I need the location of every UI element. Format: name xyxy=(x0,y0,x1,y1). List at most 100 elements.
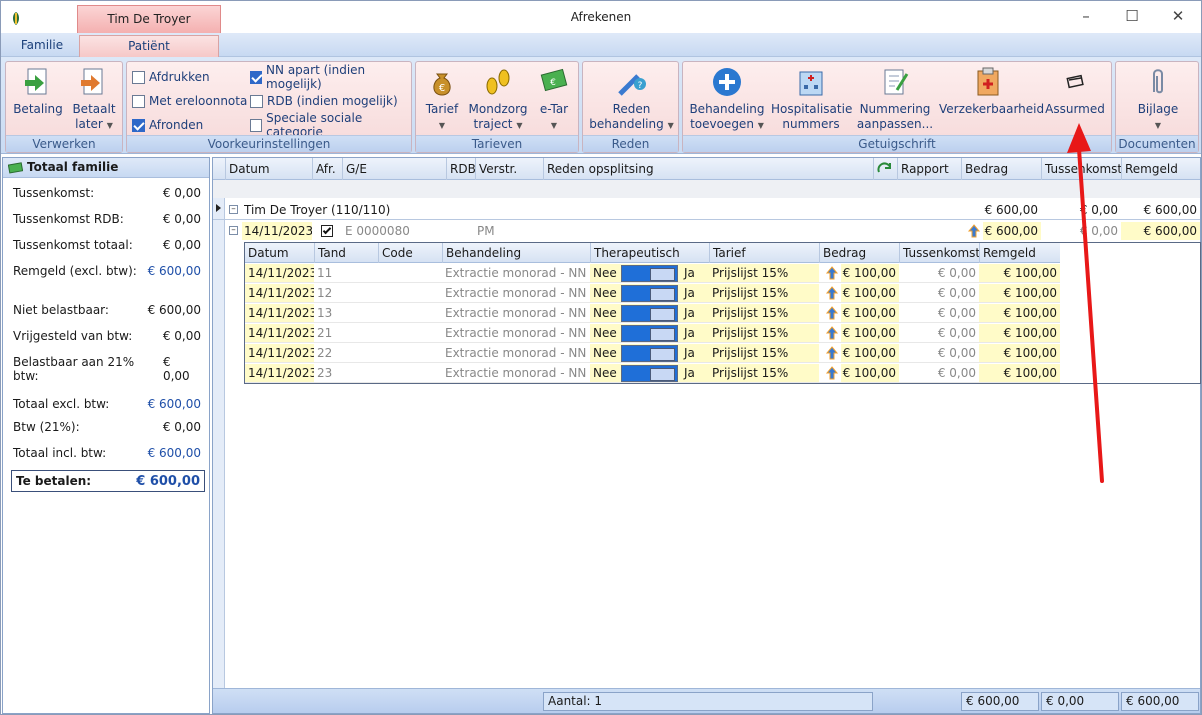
col-rapport[interactable]: Rapport xyxy=(897,158,961,180)
betaalt-later-button[interactable]: Betaalt later ▼ xyxy=(68,66,120,133)
tab-familie[interactable]: Familie xyxy=(11,35,73,57)
table-row[interactable]: 14/11/2023 21 Extractie monorad - NN Nee Ja P… xyxy=(245,323,1060,343)
bijlage-button[interactable]: Bijlage ▼ xyxy=(1120,66,1196,133)
col-afr[interactable]: Afr. xyxy=(312,158,342,180)
arrow-up-icon[interactable] xyxy=(825,286,839,300)
col-behandeling[interactable]: Behandeling xyxy=(442,243,590,263)
mondzorg-traject-button[interactable]: Mondzorg traject ▼ xyxy=(468,66,528,133)
reden-behandeling-button[interactable]: ? Reden behandeling ▼ xyxy=(587,66,676,133)
table-row[interactable]: 14/11/2023 12 Extractie monorad - NN Nee Ja P… xyxy=(245,283,1060,303)
col-tarief[interactable]: Tarief xyxy=(709,243,819,263)
table-row[interactable]: 14/11/2023 13 Extractie monorad - NN Nee Ja P… xyxy=(245,303,1060,323)
therapeutisch-toggle[interactable] xyxy=(621,325,678,342)
cell-tussenkomst: € 0,00 xyxy=(937,346,976,360)
close-icon[interactable]: ✕ xyxy=(1155,1,1201,33)
col-remgeld[interactable]: Remgeld xyxy=(979,243,1060,263)
arrow-up-icon[interactable] xyxy=(825,266,839,280)
col-datum[interactable]: Datum xyxy=(225,158,312,180)
assurmed-button[interactable]: Assurmed xyxy=(1041,66,1109,117)
col-bedrag[interactable]: Bedrag xyxy=(961,158,1041,180)
summary-row: Tussenkomst RDB: € 0,00 xyxy=(13,212,201,226)
therapeutisch-toggle[interactable] xyxy=(621,365,678,382)
nummering-aanpassen-button[interactable]: Nummering aanpassen... xyxy=(855,66,935,132)
cell-tarief: Prijslijst 15% xyxy=(709,264,819,282)
minimize-icon[interactable]: – xyxy=(1063,1,1109,33)
collapse-icon[interactable]: – xyxy=(229,226,238,235)
rdb-checkbox[interactable]: RDB (indien mogelijk) xyxy=(250,92,398,110)
total-remgeld: € 600,00 xyxy=(1121,692,1199,711)
group-row-patient[interactable]: – Tim De Troyer (110/110) € 600,00 € 0,0… xyxy=(213,200,1200,220)
speciale-categorie-checkbox[interactable]: Speciale sociale categorie xyxy=(250,111,411,139)
col-refresh[interactable] xyxy=(873,158,897,180)
cell-tand: 12 xyxy=(317,286,333,300)
collapse-icon[interactable]: – xyxy=(229,205,238,214)
cell-therapeutisch: Nee Ja xyxy=(590,324,709,342)
col-therapeutisch[interactable]: Therapeutisch xyxy=(590,243,709,263)
col-tussenkomst[interactable]: Tussenkomst xyxy=(1041,158,1121,180)
hospitalisatie-nummers-button[interactable]: Hospitalisatie nummers xyxy=(771,66,852,132)
col-code[interactable]: Code xyxy=(378,243,442,263)
cell-remgeld: € 100,00 xyxy=(979,344,1060,362)
behandeling-toevoegen-button[interactable]: Behandeling toevoegen ▼ xyxy=(687,66,767,133)
arrow-up-icon[interactable] xyxy=(825,346,839,360)
e-tar-icon: € xyxy=(540,68,568,92)
summary-row: Tussenkomst: € 0,00 xyxy=(13,186,201,200)
therapeutisch-toggle[interactable] xyxy=(621,265,678,282)
card-icon xyxy=(1066,74,1084,89)
cell-behandeling: Extractie monorad - NN xyxy=(445,306,587,320)
tab-patient[interactable]: Patiënt xyxy=(79,35,219,57)
col-reden-opsplitsing[interactable]: Reden opsplitsing xyxy=(543,158,873,180)
maximize-icon[interactable]: ☐ xyxy=(1109,1,1155,33)
patient-context-tab[interactable]: Tim De Troyer (110/110) xyxy=(77,5,221,52)
betaling-button[interactable]: Betaling xyxy=(10,66,66,117)
add-plus-icon xyxy=(713,68,741,96)
arrow-up-icon[interactable] xyxy=(967,224,981,238)
col-ge[interactable]: G/E xyxy=(342,158,446,180)
cell-datum: 14/11/2023 xyxy=(245,364,314,382)
e-tar-button[interactable]: € e-Tar ▼ xyxy=(532,66,576,133)
cell-behandeling: Extractie monorad - NN xyxy=(445,366,587,380)
table-row[interactable]: 14/11/2023 11 Extractie monorad - NN Nee Ja P… xyxy=(245,263,1060,283)
arrow-up-icon[interactable] xyxy=(825,366,839,380)
total-tussenkomst: € 0,00 xyxy=(1041,692,1119,711)
cell-tand: 13 xyxy=(317,306,333,320)
cell-tarief: Prijslijst 15% xyxy=(709,284,819,302)
payment-icon xyxy=(25,68,47,95)
cell-tussenkomst: € 0,00 xyxy=(937,366,976,380)
cell-tussenkomst: € 0,00 xyxy=(937,266,976,280)
col-bedrag[interactable]: Bedrag xyxy=(819,243,899,263)
verzekerbaarheid-button[interactable]: Verzekerbaarheid xyxy=(939,66,1044,117)
arrow-up-icon[interactable] xyxy=(825,306,839,320)
col-tussenkomst[interactable]: Tussenkomst xyxy=(899,243,980,263)
cell-bedrag: € 100,00 xyxy=(841,264,899,282)
col-datum[interactable]: Datum xyxy=(245,243,314,263)
therapeutisch-toggle[interactable] xyxy=(621,285,678,302)
ribbon: Betaling Betaalt later ▼ Verwerken Afdru… xyxy=(1,57,1201,154)
therapeutisch-toggle[interactable] xyxy=(621,305,678,322)
col-rdb[interactable]: RDB xyxy=(446,158,475,180)
edit-document-icon xyxy=(884,69,909,95)
grid-header: Datum Afr. G/E RDB Verstr. Reden opsplit… xyxy=(213,158,1200,180)
cell-tussenkomst: € 0,00 xyxy=(937,286,976,300)
col-remgeld[interactable]: Remgeld xyxy=(1121,158,1200,180)
arrow-up-icon[interactable] xyxy=(825,326,839,340)
cell-tand: 22 xyxy=(317,346,333,360)
therapeutisch-toggle[interactable] xyxy=(621,345,678,362)
cell-therapeutisch: Nee Ja xyxy=(590,264,709,282)
cell-behandeling: Extractie monorad - NN xyxy=(445,286,587,300)
ereloonnota-checkbox[interactable]: Met ereloonnota xyxy=(132,92,247,110)
table-row[interactable]: – 14/11/2023 E 0000080 PM € 600,00 € 0,0… xyxy=(213,221,1200,241)
table-row[interactable]: 14/11/2023 23 Extractie monorad - NN Nee Ja P… xyxy=(245,363,1060,383)
col-verstr[interactable]: Verstr. xyxy=(475,158,543,180)
tarief-button[interactable]: € Tarief ▼ xyxy=(420,66,464,133)
svg-text:€: € xyxy=(439,83,445,94)
col-tand[interactable]: Tand xyxy=(314,243,378,263)
group-label-getuigschrift: Getuigschrift xyxy=(683,135,1111,152)
afronden-checkbox[interactable]: Afronden xyxy=(132,116,203,134)
nn-apart-checkbox[interactable]: NN apart (indien mogelijk) xyxy=(250,63,411,91)
table-row[interactable]: 14/11/2023 22 Extractie monorad - NN Nee Ja P… xyxy=(245,343,1060,363)
afdrukken-checkbox[interactable]: Afdrukken xyxy=(132,68,210,86)
svg-text:€: € xyxy=(550,78,556,88)
afr-checkbox[interactable] xyxy=(321,225,333,237)
svg-text:?: ? xyxy=(637,81,642,91)
